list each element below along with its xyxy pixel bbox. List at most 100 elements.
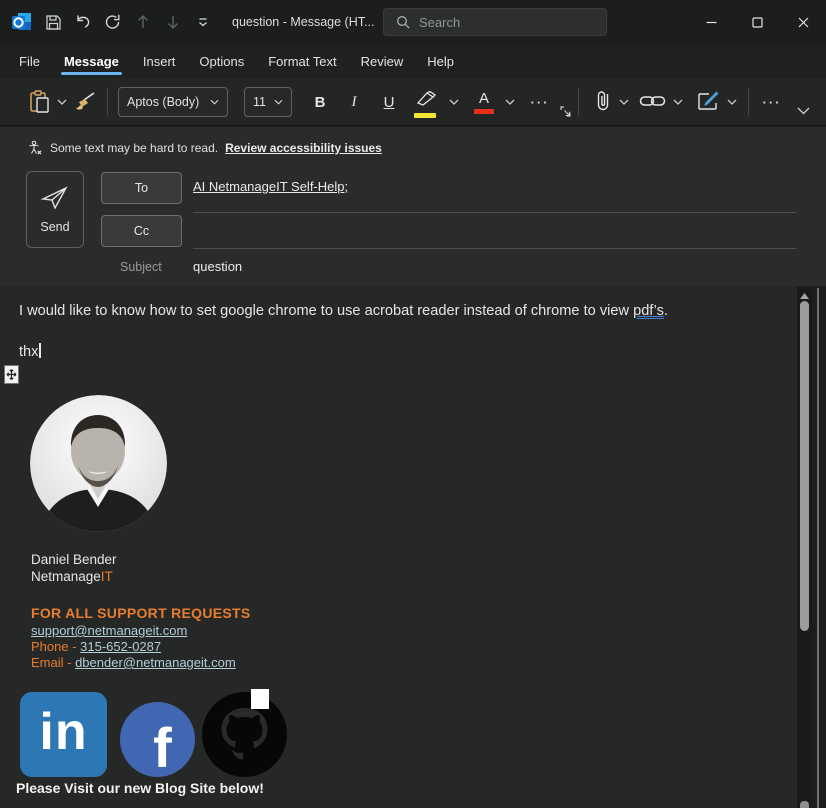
outlook-app-icon — [10, 10, 34, 34]
body-signoff: thx — [19, 343, 41, 360]
font-size-value: 11 — [253, 95, 266, 109]
outlook-message-window: question - Message (HT... File Message — [0, 0, 826, 808]
ribbon: Aptos (Body) 11 B I U A ··· ··· — [0, 78, 826, 126]
to-button[interactable]: To — [101, 172, 182, 204]
send-label: Send — [40, 220, 70, 234]
underline-button[interactable]: U — [377, 89, 401, 115]
message-header-panel: Some text may be hard to read. Review ac… — [0, 127, 826, 286]
font-size-select[interactable]: 11 — [244, 87, 292, 117]
window-controls — [688, 0, 826, 44]
tab-format-text[interactable]: Format Text — [267, 46, 337, 77]
object-anchor-icon[interactable] — [4, 365, 19, 384]
tab-help[interactable]: Help — [426, 46, 455, 77]
search-icon — [396, 15, 410, 29]
font-color-bar — [474, 108, 494, 114]
message-body-editor[interactable]: I would like to know how to set google c… — [0, 286, 797, 808]
quick-access-toolbar — [0, 7, 218, 37]
italic-button[interactable]: I — [342, 89, 366, 115]
support-heading: FOR ALL SUPPORT REQUESTS — [31, 605, 251, 621]
customize-toolbar-chevron-icon[interactable] — [188, 7, 218, 37]
tab-insert[interactable]: Insert — [142, 46, 177, 77]
font-color-button[interactable]: A — [470, 87, 498, 117]
accessibility-bar: Some text may be hard to read. Review ac… — [27, 140, 382, 156]
signature-name: Daniel Bender — [31, 552, 117, 567]
scrollbar-down-arrow[interactable] — [800, 801, 809, 808]
signature-company-accent: IT — [100, 569, 113, 584]
minimize-button[interactable] — [688, 0, 734, 44]
insert-link-button[interactable] — [638, 90, 668, 112]
image-resize-handle[interactable] — [251, 689, 269, 709]
format-painter-button[interactable] — [72, 88, 100, 116]
signature-company: NetmanageIT — [31, 569, 113, 584]
next-item-button[interactable] — [158, 7, 188, 37]
window-title: question - Message (HT... — [232, 15, 375, 29]
signature-dropdown-chevron-icon[interactable] — [726, 94, 738, 110]
highlight-dropdown-chevron-icon[interactable] — [448, 94, 460, 110]
previous-item-button[interactable] — [128, 7, 158, 37]
paste-dropdown-chevron-icon[interactable] — [56, 94, 68, 110]
text-highlight-button[interactable] — [410, 87, 440, 118]
undo-button[interactable] — [68, 7, 98, 37]
tab-message[interactable]: Message — [60, 46, 122, 77]
tab-options[interactable]: Options — [198, 46, 245, 77]
body-text: I would like to know how to set google c… — [19, 303, 634, 319]
to-field-underline — [193, 212, 796, 213]
text-cursor — [39, 343, 41, 358]
recipient-link[interactable]: AI NetmanageIT Self-Help; — [193, 179, 348, 194]
bold-button[interactable]: B — [308, 89, 332, 115]
link-dropdown-chevron-icon[interactable] — [672, 94, 684, 110]
body-paragraph: I would like to know how to set google c… — [19, 303, 668, 319]
ribbon-divider — [748, 88, 749, 116]
body-text-end: . — [663, 303, 668, 319]
accessibility-message: Some text may be hard to read. — [50, 141, 219, 155]
scrollbar-thumb[interactable] — [800, 301, 809, 631]
search-input[interactable] — [419, 14, 579, 30]
tab-review[interactable]: Review — [360, 46, 405, 77]
font-dialog-launcher-icon[interactable] — [558, 104, 572, 118]
email-line: Email - dbender@netmanageit.com — [31, 655, 236, 670]
font-color-dropdown-chevron-icon[interactable] — [504, 94, 516, 110]
paste-button[interactable] — [26, 88, 54, 116]
accessibility-person-icon — [27, 140, 43, 156]
phone-line: Phone - 315-652-0287 — [31, 639, 162, 654]
phone-link[interactable]: 315-652-0287 — [80, 639, 161, 654]
attach-file-button[interactable] — [590, 87, 616, 115]
font-name-value: Aptos (Body) — [127, 95, 200, 109]
grammar-flagged-word: pdf’s — [633, 303, 664, 319]
collapse-ribbon-chevron-icon[interactable] — [794, 102, 812, 120]
attach-dropdown-chevron-icon[interactable] — [618, 94, 630, 110]
ribbon-divider — [578, 88, 579, 116]
cc-button[interactable]: Cc — [101, 215, 182, 247]
ribbon-divider — [107, 88, 108, 116]
github-icon[interactable] — [202, 689, 287, 777]
email-link[interactable]: dbender@netmanageit.com — [75, 655, 236, 670]
subject-input[interactable]: question — [193, 259, 242, 274]
facebook-icon[interactable]: f — [120, 702, 195, 777]
redo-button[interactable] — [98, 7, 128, 37]
more-font-options-icon[interactable]: ··· — [524, 89, 556, 115]
right-frame-strip — [812, 286, 826, 808]
subject-label: Subject — [120, 260, 162, 274]
linkedin-icon[interactable]: in — [20, 692, 107, 777]
ribbon-tabs: File Message Insert Options Format Text … — [0, 44, 826, 78]
maximize-button[interactable] — [734, 0, 780, 44]
signature-portrait-photo[interactable] — [30, 395, 167, 532]
send-plane-icon — [40, 185, 70, 211]
close-button[interactable] — [780, 0, 826, 44]
highlight-color-bar — [414, 113, 436, 118]
send-button[interactable]: Send — [26, 171, 84, 248]
title-bar: question - Message (HT... — [0, 0, 826, 44]
save-button[interactable] — [38, 7, 68, 37]
tab-file[interactable]: File — [18, 46, 41, 77]
blog-callout: Please Visit our new Blog Site below! — [16, 780, 264, 796]
window-edge-line — [817, 288, 819, 808]
font-size-chevron-icon — [274, 99, 283, 105]
support-email-link[interactable]: support@netmanageit.com — [31, 623, 187, 638]
review-accessibility-link[interactable]: Review accessibility issues — [225, 141, 382, 155]
font-name-select[interactable]: Aptos (Body) — [118, 87, 228, 117]
more-commands-icon[interactable]: ··· — [756, 89, 788, 115]
cc-field-underline — [193, 248, 796, 249]
font-name-chevron-icon — [210, 99, 219, 105]
signature-button[interactable] — [694, 87, 722, 115]
search-box[interactable] — [383, 8, 607, 36]
